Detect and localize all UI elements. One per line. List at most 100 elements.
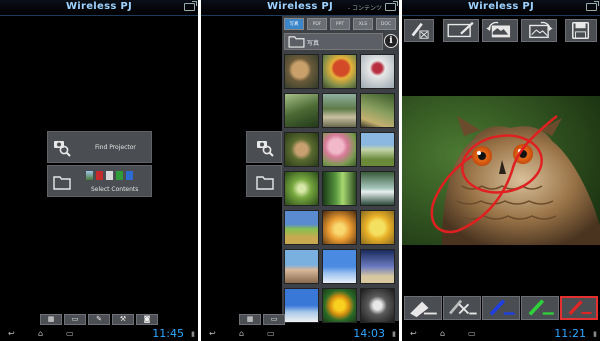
title-bar: Wireless PJ bbox=[0, 0, 198, 16]
grid-icon: ▦ bbox=[47, 315, 55, 323]
window-icon[interactable] bbox=[184, 1, 197, 11]
select-contents-button[interactable] bbox=[246, 165, 282, 197]
eraser-tool-button[interactable] bbox=[443, 19, 479, 42]
home-icon[interactable]: ⌂ bbox=[239, 330, 244, 338]
recent-apps-icon[interactable]: ▭ bbox=[267, 330, 275, 338]
find-projector-button[interactable]: Find Projector bbox=[47, 131, 152, 163]
screen-content-browser: Wireless PJ - コンテンツ 写真 PDF PPT XLS DOC 写… bbox=[201, 0, 399, 341]
photo-thumbnail[interactable] bbox=[360, 93, 395, 128]
tab-xls[interactable]: XLS bbox=[353, 18, 373, 30]
home-icon[interactable]: ⌂ bbox=[38, 330, 43, 338]
pen-tool-row bbox=[402, 296, 600, 321]
system-nav-bar: ↩ ⌂ ▭ 14:03 ▮ bbox=[201, 327, 399, 341]
folder-button[interactable]: ▭ bbox=[263, 314, 285, 325]
content-type-icons bbox=[86, 171, 133, 180]
pencil-clear-icon bbox=[411, 22, 429, 39]
select-contents-label: Select Contents bbox=[91, 186, 139, 193]
photo-thumbnail[interactable] bbox=[322, 249, 357, 284]
camera-button[interactable]: ◙ bbox=[136, 314, 158, 325]
word-file-icon bbox=[126, 171, 133, 180]
projected-photo-canvas[interactable] bbox=[402, 96, 600, 245]
photo-thumbnail[interactable] bbox=[284, 249, 319, 284]
back-icon[interactable]: ↩ bbox=[410, 330, 417, 338]
tab-pdf[interactable]: PDF bbox=[307, 18, 327, 30]
recent-apps-icon[interactable]: ▭ bbox=[468, 330, 476, 338]
photo-thumbnail[interactable] bbox=[360, 171, 395, 206]
battery-icon: ▮ bbox=[593, 330, 597, 338]
photo-thumbnail[interactable] bbox=[322, 210, 357, 245]
owl-photo-with-annotation bbox=[402, 96, 600, 245]
screen-home: Wireless PJ Find Projector Select Conten… bbox=[0, 0, 198, 341]
grid-button[interactable]: ▦ bbox=[239, 314, 261, 325]
settings-button[interactable]: ⚒ bbox=[112, 314, 134, 325]
camera-icon: ◙ bbox=[143, 315, 151, 323]
recent-apps-icon[interactable]: ▭ bbox=[66, 330, 74, 338]
status-clock: 14:03 bbox=[353, 327, 385, 340]
info-icon[interactable]: i bbox=[384, 34, 398, 48]
photo-thumbnail[interactable] bbox=[284, 93, 319, 128]
blue-pen-button[interactable] bbox=[482, 296, 520, 320]
rotate-left-icon bbox=[486, 21, 511, 38]
photo-thumbnail[interactable] bbox=[322, 132, 357, 167]
system-nav-bar: ↩ ⌂ ▭ 11:21 ▮ bbox=[402, 327, 600, 341]
grid-icon: ▦ bbox=[246, 315, 254, 323]
projector-search-icon bbox=[257, 141, 274, 157]
folder-icon: ▭ bbox=[71, 315, 79, 323]
photo-thumbnail[interactable] bbox=[322, 54, 357, 89]
photo-thumbnail-grid bbox=[284, 54, 398, 323]
status-clock: 11:21 bbox=[554, 327, 586, 340]
find-projector-label: Find Projector bbox=[95, 144, 136, 151]
home-icon[interactable]: ⌂ bbox=[440, 330, 445, 338]
title-bar: Wireless PJ bbox=[402, 0, 600, 16]
current-folder[interactable]: 写真 bbox=[284, 33, 383, 50]
find-projector-button[interactable] bbox=[246, 131, 282, 163]
tab-ppt[interactable]: PPT bbox=[330, 18, 350, 30]
green-pen-icon bbox=[528, 299, 554, 316]
folder-icon bbox=[288, 36, 305, 48]
back-icon[interactable]: ↩ bbox=[209, 330, 216, 338]
save-button[interactable] bbox=[565, 19, 597, 42]
rotate-left-button[interactable] bbox=[482, 19, 518, 42]
wrench-icon: ⚒ bbox=[119, 315, 127, 323]
content-type-tabs: 写真 PDF PPT XLS DOC bbox=[284, 18, 396, 30]
battery-icon: ▮ bbox=[392, 330, 396, 338]
photo-thumbnail[interactable] bbox=[360, 54, 395, 89]
tab-photo[interactable]: 写真 bbox=[284, 18, 304, 30]
bottom-toolbar: ▦ ▭ bbox=[201, 314, 399, 326]
photo-thumbnail[interactable] bbox=[284, 132, 319, 167]
blue-pen-icon bbox=[489, 299, 515, 316]
photo-thumbnail[interactable] bbox=[322, 171, 357, 206]
photo-thumbnail[interactable] bbox=[284, 210, 319, 245]
eraser-pen-button[interactable] bbox=[404, 296, 442, 320]
rotate-right-icon bbox=[529, 21, 553, 39]
projector-search-icon bbox=[54, 141, 71, 157]
window-icon[interactable] bbox=[385, 1, 398, 11]
photo-thumbnail[interactable] bbox=[360, 249, 395, 284]
red-pen-icon bbox=[568, 300, 592, 315]
select-contents-button[interactable]: Select Contents bbox=[47, 165, 152, 197]
grid-button[interactable]: ▦ bbox=[40, 314, 62, 325]
clear-all-icon bbox=[449, 299, 477, 315]
pencil-button[interactable]: ✎ bbox=[88, 314, 110, 325]
status-clock: 11:45 bbox=[152, 327, 184, 340]
red-pen-button[interactable] bbox=[560, 296, 598, 320]
folder-button[interactable]: ▭ bbox=[64, 314, 86, 325]
pencil-icon: ✎ bbox=[96, 315, 102, 323]
clear-drawing-button[interactable] bbox=[404, 19, 434, 42]
photo-thumbnail[interactable] bbox=[284, 54, 319, 89]
tab-doc[interactable]: DOC bbox=[376, 18, 396, 30]
clear-pen-button[interactable] bbox=[443, 296, 481, 320]
bottom-toolbar: ▦ ▭ ✎ ⚒ ◙ bbox=[0, 314, 198, 326]
rotate-right-button[interactable] bbox=[521, 19, 557, 42]
title-bar: Wireless PJ - コンテンツ bbox=[201, 0, 399, 16]
green-pen-button[interactable] bbox=[521, 296, 559, 320]
eraser-icon bbox=[447, 21, 474, 38]
photo-thumbnail[interactable] bbox=[284, 171, 319, 206]
photo-thumbnail[interactable] bbox=[322, 93, 357, 128]
app-title: Wireless PJ bbox=[65, 1, 133, 12]
back-icon[interactable]: ↩ bbox=[8, 330, 15, 338]
photo-thumbnail[interactable] bbox=[360, 210, 395, 245]
folder-icon: ▭ bbox=[270, 315, 278, 323]
window-icon[interactable] bbox=[586, 1, 599, 11]
photo-thumbnail[interactable] bbox=[360, 132, 395, 167]
